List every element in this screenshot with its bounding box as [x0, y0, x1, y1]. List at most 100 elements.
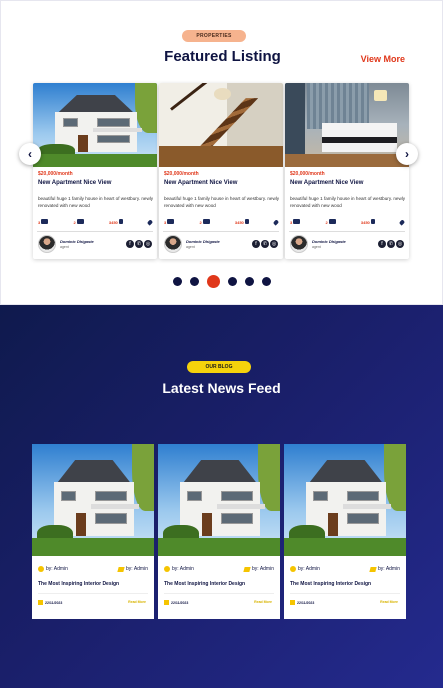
- calendar-icon: [38, 600, 43, 605]
- baths-count: 2: [199, 220, 202, 225]
- tag-icon: [243, 566, 251, 572]
- price: $20,000/month: [38, 171, 73, 177]
- area-value: 3450: [234, 220, 244, 225]
- instagram-icon[interactable]: ◎: [396, 240, 404, 248]
- post-author: by: Admin: [172, 566, 194, 572]
- house-photo: [33, 83, 157, 167]
- post-date: 22/11/2023: [38, 600, 62, 605]
- area-value: 3450: [108, 220, 118, 225]
- property-card[interactable]: $20,000/month New Apartment Nice View be…: [159, 83, 283, 259]
- whatsapp-icon[interactable]: ✆: [387, 240, 395, 248]
- property-features: 3 2 3450: [38, 216, 154, 228]
- page-dot-active[interactable]: [207, 275, 220, 288]
- instagram-icon[interactable]: ◎: [144, 240, 152, 248]
- page-dot[interactable]: [228, 277, 237, 286]
- post-meta: by: Admin by: Admin: [290, 566, 400, 572]
- bed-icon: [167, 219, 175, 224]
- post-meta: by: Admin by: Admin: [164, 566, 274, 572]
- agent-name[interactable]: Dominic Dhigaste: [186, 239, 220, 244]
- bath-icon: [328, 219, 336, 224]
- agent-name[interactable]: Dominic Dhigaste: [312, 239, 346, 244]
- post-tag: by: Admin: [126, 566, 148, 572]
- page-dot[interactable]: [245, 277, 254, 286]
- agent-role: agent: [60, 245, 69, 249]
- agent-avatar[interactable]: [38, 235, 56, 253]
- social-links: f ✆ ◎: [126, 240, 152, 248]
- house-photo: [32, 444, 154, 556]
- divider: [163, 231, 279, 232]
- blog-card[interactable]: by: Admin by: Admin The Most Inspiring I…: [158, 444, 280, 619]
- user-icon: [38, 566, 44, 572]
- section-tag: OUR BLOG: [187, 361, 251, 373]
- post-headline[interactable]: The Most Inspiring Interior Design: [290, 581, 371, 587]
- beds-count: 3: [290, 220, 293, 225]
- post-date-text: 22/11/2023: [171, 600, 189, 605]
- property-description: beautiful huge 1 family house in heart o…: [38, 196, 154, 208]
- location-pin-icon[interactable]: [146, 218, 154, 226]
- property-title[interactable]: New Apartment Nice View: [164, 180, 237, 186]
- agent-role: agent: [186, 245, 195, 249]
- whatsapp-icon[interactable]: ✆: [135, 240, 143, 248]
- agent-avatar[interactable]: [164, 235, 182, 253]
- read-more-link[interactable]: Read More: [128, 600, 146, 604]
- property-title[interactable]: New Apartment Nice View: [290, 180, 363, 186]
- tag-icon: [369, 566, 377, 572]
- carousel-pagination: [173, 275, 271, 288]
- facebook-icon[interactable]: f: [252, 240, 260, 248]
- user-icon: [164, 566, 170, 572]
- page-dot[interactable]: [262, 277, 271, 286]
- property-title[interactable]: New Apartment Nice View: [38, 180, 111, 186]
- social-links: f ✆ ◎: [252, 240, 278, 248]
- divider: [289, 231, 405, 232]
- read-more-link[interactable]: Read More: [254, 600, 272, 604]
- house-photo: [158, 444, 280, 556]
- agent-avatar[interactable]: [290, 235, 308, 253]
- post-headline[interactable]: The Most Inspiring Interior Design: [164, 581, 245, 587]
- bath-icon: [76, 219, 84, 224]
- blog-card[interactable]: by: Admin by: Admin The Most Inspiring I…: [284, 444, 406, 619]
- post-date: 22/11/2023: [164, 600, 188, 605]
- post-meta: by: Admin by: Admin: [38, 566, 148, 572]
- property-card[interactable]: $20,000/month New Apartment Nice View be…: [33, 83, 157, 259]
- prev-button[interactable]: ‹: [19, 143, 41, 165]
- beds-count: 3: [38, 220, 41, 225]
- blog-card[interactable]: by: Admin by: Admin The Most Inspiring I…: [32, 444, 154, 619]
- bedroom-photo: [285, 83, 409, 167]
- location-pin-icon[interactable]: [398, 218, 406, 226]
- post-date-text: 22/11/2023: [45, 600, 63, 605]
- whatsapp-icon[interactable]: ✆: [261, 240, 269, 248]
- featured-section: PROPERTIES Featured Listing View More $2…: [0, 0, 443, 305]
- ruler-icon: [118, 219, 123, 224]
- page-dot[interactable]: [173, 277, 182, 286]
- bed-icon: [293, 219, 301, 224]
- instagram-icon[interactable]: ◎: [270, 240, 278, 248]
- facebook-icon[interactable]: f: [378, 240, 386, 248]
- staircase-photo: [159, 83, 283, 167]
- house-photo: [284, 444, 406, 556]
- post-tag: by: Admin: [378, 566, 400, 572]
- facebook-icon[interactable]: f: [126, 240, 134, 248]
- section-tag: PROPERTIES: [182, 30, 246, 42]
- next-button[interactable]: ›: [396, 143, 418, 165]
- price: $20,000/month: [164, 171, 199, 177]
- price: $20,000/month: [290, 171, 325, 177]
- user-icon: [290, 566, 296, 572]
- blog-section: OUR BLOG Latest News Feed by: Admin by: …: [0, 305, 443, 688]
- agent-name[interactable]: Dominic Dhigaste: [60, 239, 94, 244]
- chevron-left-icon: ‹: [28, 147, 32, 161]
- property-features: 3 2 3450: [164, 216, 280, 228]
- social-links: f ✆ ◎: [378, 240, 404, 248]
- chevron-right-icon: ›: [405, 147, 409, 161]
- divider: [38, 593, 148, 594]
- section-title: Latest News Feed: [162, 380, 281, 396]
- baths-count: 2: [325, 220, 328, 225]
- post-headline[interactable]: The Most Inspiring Interior Design: [38, 581, 119, 587]
- property-features: 3 2 3450: [290, 216, 406, 228]
- view-more-link[interactable]: View More: [361, 54, 405, 64]
- property-card[interactable]: $20,000/month New Apartment Nice View be…: [285, 83, 409, 259]
- bath-icon: [202, 219, 210, 224]
- location-pin-icon[interactable]: [272, 218, 280, 226]
- divider: [290, 593, 400, 594]
- page-dot[interactable]: [190, 277, 199, 286]
- read-more-link[interactable]: Read More: [380, 600, 398, 604]
